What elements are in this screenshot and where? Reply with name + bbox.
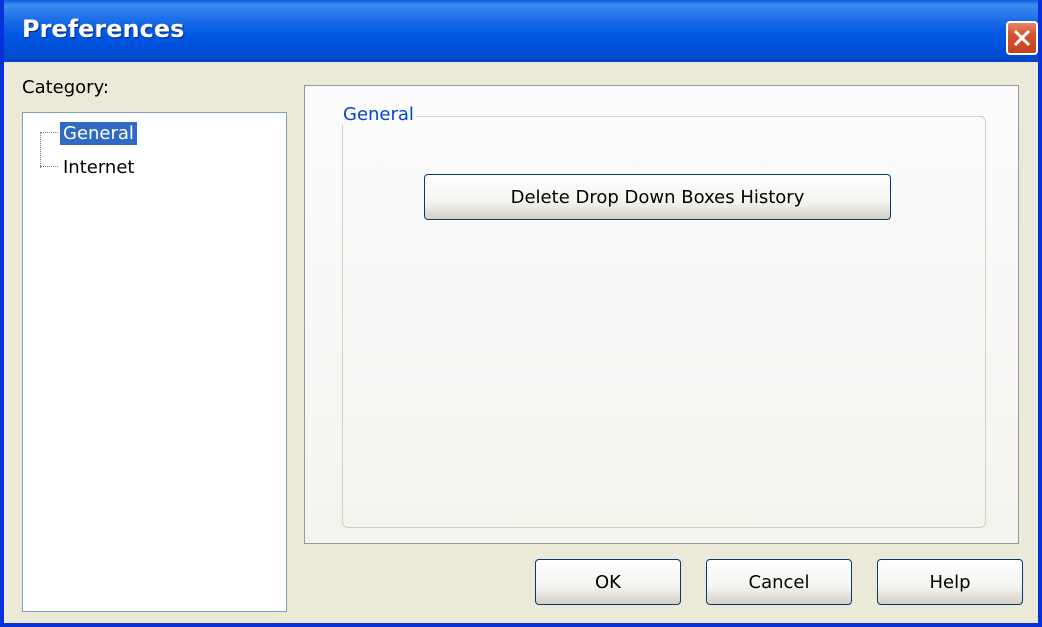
tree-branch-line [40,166,58,168]
close-icon [1013,29,1031,47]
category-tree[interactable]: General Internet [22,112,287,612]
tree-branch-line [40,132,58,134]
window-title: Preferences [22,15,185,43]
tree-item-general[interactable]: General [40,119,137,147]
close-button[interactable] [1006,21,1038,55]
delete-history-button[interactable]: Delete Drop Down Boxes History [424,174,891,220]
title-bar[interactable]: Preferences [4,0,1038,62]
tree-item-label: Internet [63,156,135,178]
tree-item-internet[interactable]: Internet [40,153,137,181]
tree-item-label: General [60,121,137,145]
category-label: Category: [22,77,109,98]
settings-panel: General Delete Drop Down Boxes History [304,85,1019,544]
group-title: General [341,104,416,125]
ok-button[interactable]: OK [535,559,681,605]
help-button[interactable]: Help [877,559,1023,605]
cancel-button[interactable]: Cancel [706,559,852,605]
